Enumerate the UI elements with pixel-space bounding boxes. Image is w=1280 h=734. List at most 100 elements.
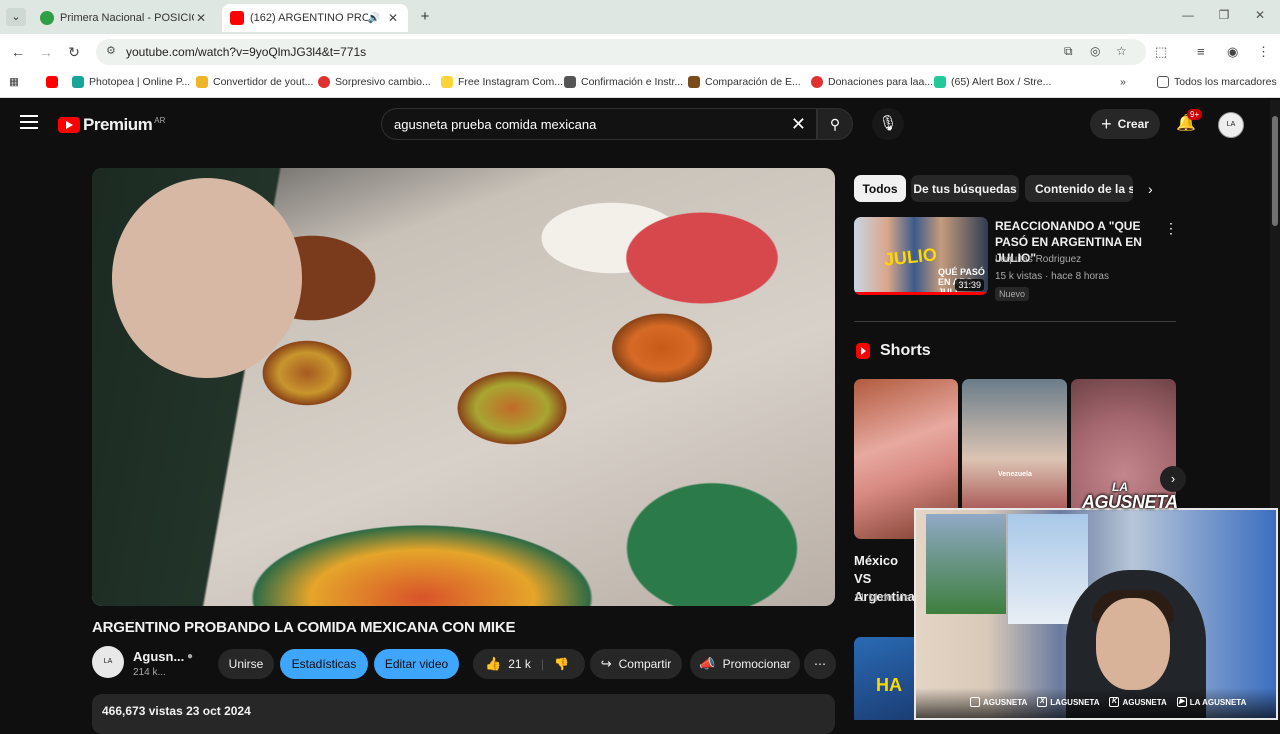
join-button[interactable]: Unirse [218, 649, 274, 679]
description-box[interactable]: 466,673 vistas 23 oct 2024 [92, 694, 835, 734]
search-icon: ⚲ [829, 116, 841, 132]
all-bookmarks[interactable]: Todos los marcadores [1157, 76, 1277, 88]
link-icon [564, 76, 576, 88]
folder-icon [1157, 76, 1169, 88]
chip-de-tus-busquedas[interactable]: De tus búsquedas [911, 175, 1019, 202]
chip-contenido[interactable]: Contenido de la se [1025, 175, 1133, 202]
search-button[interactable]: ⚲ [817, 108, 853, 140]
tab-youtube-video[interactable]: (162) ARGENTINO PROBANDO 🔊 ✕ [222, 4, 408, 32]
tab-primera-nacional[interactable]: Primera Nacional - POSICIONES ✕ [32, 4, 216, 32]
install-app-icon[interactable]: ⧉ [1064, 44, 1073, 59]
x-handle: X LAGUSNETA [1037, 697, 1099, 707]
country-code: AR [154, 115, 166, 125]
menu-kebab-icon[interactable]: ⋮ [1257, 44, 1270, 60]
chevron-right-icon[interactable]: › [1148, 181, 1153, 197]
tab-title: Primera Nacional - POSICIONES [60, 12, 194, 24]
reload-icon[interactable]: ↻ [64, 43, 84, 61]
youtube-premium-logo[interactable]: Premium AR [58, 115, 165, 135]
logo-text: Premium [83, 115, 153, 134]
tab-close-icon[interactable]: ✕ [386, 11, 400, 25]
stats-button[interactable]: Estadísticas [280, 649, 368, 679]
notification-badge: 9+ [1187, 109, 1203, 120]
bookmarks-bar: ▦ Photopea | Online P... Convertidor de … [0, 70, 1280, 98]
bookmark-photopea[interactable]: Photopea | Online P... [72, 76, 190, 88]
streamer-face [1096, 598, 1170, 690]
clear-search-icon[interactable]: ✕ [791, 114, 806, 135]
media-controls-icon[interactable]: ≡ [1197, 44, 1205, 59]
promote-button[interactable]: 📣 Promocionar [690, 649, 800, 679]
shorts-label: Shorts [880, 342, 931, 359]
bookmark-donaciones[interactable]: Donaciones para laa... [811, 76, 933, 88]
maximize-icon[interactable]: ❐ [1214, 8, 1234, 22]
video-duration: 31:39 [955, 279, 984, 291]
more-options-icon[interactable]: ⋮ [1164, 220, 1178, 237]
bookmark-youtube[interactable] [46, 76, 63, 88]
close-window-icon[interactable]: ✕ [1250, 8, 1270, 22]
youtube-header: Premium AR agusneta prueba comida mexica… [0, 100, 1280, 150]
search-input[interactable]: agusneta prueba comida mexicana ✕ [381, 108, 817, 140]
hamburger-menu-icon[interactable] [20, 115, 38, 129]
chip-todos[interactable]: Todos [854, 175, 906, 202]
bookmark-alertbox[interactable]: (65) Alert Box / Stre... [934, 76, 1051, 88]
scrollbar-thumb[interactable] [1272, 116, 1278, 226]
tab-title: (162) ARGENTINO PROBANDO [250, 12, 368, 24]
bookmark-sorpresivo[interactable]: Sorpresivo cambio... [318, 76, 431, 88]
thumbs-up-icon[interactable]: 👍 [485, 656, 501, 672]
recommended-thumbnail[interactable]: JULIO QUÉ PASÓ EN ARG JULI 31:39 [854, 217, 988, 295]
recommended-thumbnail[interactable]: HA [854, 637, 916, 720]
megaphone-icon: 📣 [699, 656, 716, 671]
channel-avatar[interactable]: LA [92, 646, 124, 678]
edit-video-button[interactable]: Editar video [374, 649, 459, 679]
promote-label: Promocionar [722, 657, 791, 671]
share-button[interactable]: ↪ Compartir [590, 649, 682, 679]
site-info-icon[interactable]: ⚙ [106, 44, 116, 57]
tab-close-icon[interactable]: ✕ [194, 11, 208, 25]
create-button[interactable]: + Crear [1090, 109, 1160, 139]
voice-search-icon[interactable]: 🎙 [872, 108, 904, 140]
youtube-play-icon [58, 117, 80, 133]
back-icon[interactable]: ← [8, 43, 28, 61]
new-badge: Nuevo [995, 287, 1030, 301]
bookmark-confirmacion[interactable]: Confirmación e Instr... [564, 76, 683, 88]
wall-poster [926, 514, 1006, 614]
shorts-icon [856, 343, 870, 359]
section-divider [854, 321, 1176, 322]
channel-name[interactable]: Agusn... [133, 649, 184, 664]
url-text: youtube.com/watch?v=9yoQlmJG3l4&t=771s [126, 45, 367, 59]
extensions-icon[interactable]: ⬚ [1155, 44, 1167, 60]
short-views: 11 M de vis [854, 592, 910, 604]
more-bookmarks-icon[interactable]: » [1120, 76, 1126, 88]
tab-search-button[interactable]: ⌄ [6, 8, 26, 26]
more-horizontal-icon: ⋯ [814, 657, 826, 671]
x-icon: X [1037, 697, 1048, 707]
like-divider: | [540, 657, 544, 671]
speaker-icon[interactable]: 🔊 [368, 13, 380, 24]
like-count[interactable]: 21 k [508, 657, 531, 671]
star-bookmark-icon[interactable]: ☆ [1116, 44, 1127, 58]
profile-icon[interactable]: ◉ [1227, 44, 1238, 60]
bookmark-convertidor[interactable]: Convertidor de yout... [196, 76, 313, 88]
video-title: ARGENTINO PROBANDO LA COMIDA MEXICANA CO… [92, 619, 516, 636]
bookmark-label: (65) Alert Box / Stre... [951, 76, 1052, 88]
site-icon [688, 76, 700, 88]
create-label: Crear [1117, 117, 1149, 131]
instagram-tool-icon [441, 76, 453, 88]
recommended-channel[interactable]: Luquitas Rodriguez [995, 254, 1081, 265]
verified-icon: ● [187, 651, 194, 662]
address-bar[interactable]: ⚙ youtube.com/watch?v=9yoQlmJG3l4&t=771s… [96, 39, 1146, 65]
new-tab-button[interactable]: + [416, 8, 434, 26]
eye-off-icon[interactable]: ◎ [1090, 44, 1100, 58]
thumbs-down-icon[interactable]: 👎 [554, 657, 569, 671]
minimize-icon[interactable]: — [1178, 8, 1198, 22]
share-icon: ↪ [600, 656, 612, 671]
notifications-bell-icon[interactable]: 🔔 9+ [1176, 109, 1203, 133]
video-player[interactable] [92, 168, 835, 606]
news-icon [318, 76, 330, 88]
forward-icon[interactable]: → [36, 43, 56, 61]
more-actions-button[interactable]: ⋯ [804, 649, 836, 679]
bookmark-instagram[interactable]: Free Instagram Com... [441, 76, 563, 88]
apps-grid-icon[interactable]: ▦ [9, 76, 19, 88]
account-avatar[interactable]: LA [1218, 112, 1244, 138]
bookmark-comparacion[interactable]: Comparación de E... [688, 76, 801, 88]
youtube-favicon-icon [230, 11, 244, 25]
